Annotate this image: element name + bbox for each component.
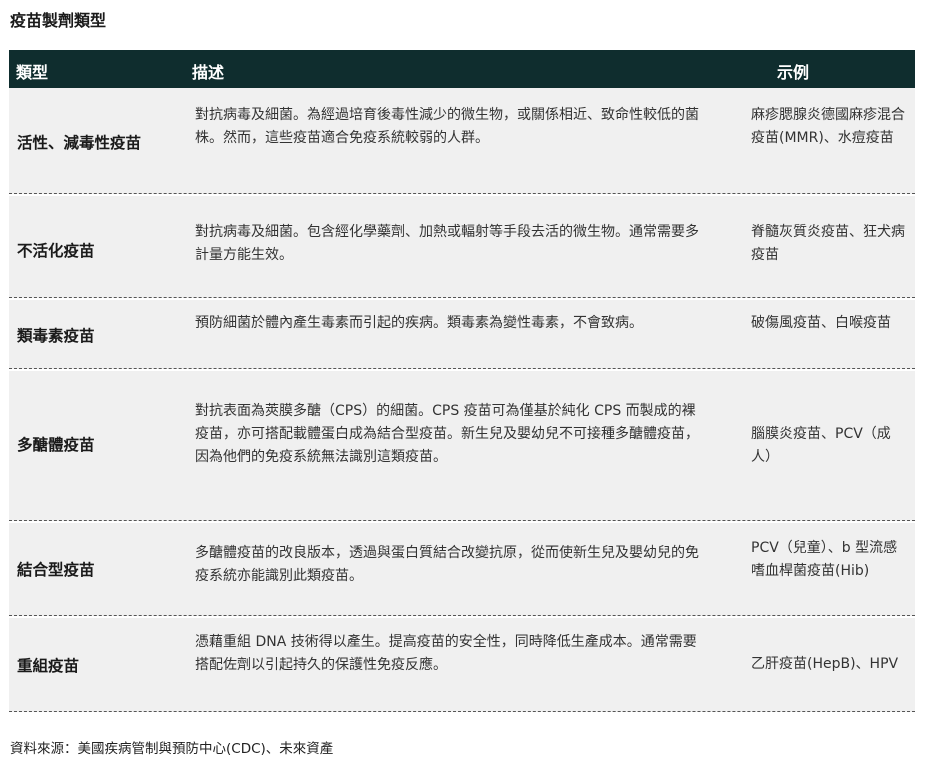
row-example: PCV（兒童）、b 型流感嗜血桿菌疫苗(Hib) xyxy=(751,540,898,579)
row-description: 對抗病毒及細菌。包含經化學藥劑、加熱或輻射等手段去活的微生物。通常需要多計量方能… xyxy=(195,224,699,263)
row-example: 破傷風疫苗、白喉疫苗 xyxy=(751,315,891,331)
table-row: 多醣體疫苗 對抗表面為莢膜多醣（CPS）的細菌。CPS 疫苗可為僅基於純化 CP… xyxy=(9,371,915,521)
table-row: 結合型疫苗 多醣體疫苗的改良版本，透過與蛋白質結合改變抗原，從而使新生兒及嬰幼兒… xyxy=(9,523,915,616)
row-type: 結合型疫苗 xyxy=(17,560,95,579)
row-description: 對抗表面為莢膜多醣（CPS）的細菌。CPS 疫苗可為僅基於純化 CPS 而製成的… xyxy=(195,403,699,465)
row-example: 麻疹腮腺炎德國麻疹混合疫苗(MMR)、水痘疫苗 xyxy=(751,107,905,146)
row-description: 憑藉重組 DNA 技術得以產生。提高疫苗的安全性，同時降低生產成本。通常需要搭配… xyxy=(195,634,697,673)
page-title: 疫苗製劑類型 xyxy=(10,11,107,30)
row-example: 腦膜炎疫苗、PCV（成人） xyxy=(751,426,891,465)
row-type: 不活化疫苗 xyxy=(17,241,95,260)
row-description: 對抗病毒及細菌。為經過培育後毒性減少的微生物，或關係相近、致命性較低的菌株。然而… xyxy=(195,107,699,146)
table-header: 類型 描述 示例 xyxy=(9,50,915,88)
header-example: 示例 xyxy=(777,63,810,82)
table-row: 活性、減毒性疫苗 對抗病毒及細菌。為經過培育後毒性減少的微生物，或關係相近、致命… xyxy=(9,88,915,194)
table-row: 重組疫苗 憑藉重組 DNA 技術得以產生。提高疫苗的安全性，同時降低生產成本。通… xyxy=(9,618,915,712)
table-row: 不活化疫苗 對抗病毒及細菌。包含經化學藥劑、加熱或輻射等手段去活的微生物。通常需… xyxy=(9,196,915,298)
row-type: 重組疫苗 xyxy=(17,656,80,675)
row-type: 多醣體疫苗 xyxy=(17,435,95,454)
header-description: 描述 xyxy=(192,63,225,82)
header-type: 類型 xyxy=(16,63,49,82)
vaccine-types-table: 類型 描述 示例 活性、減毒性疫苗 對抗病毒及細菌。為經過培育後毒性減少的微生物… xyxy=(9,50,915,712)
row-description: 預防細菌於體內產生毒素而引起的疾病。類毒素為變性毒素，不會致病。 xyxy=(195,315,643,331)
row-type: 類毒素疫苗 xyxy=(17,326,95,345)
row-description: 多醣體疫苗的改良版本，透過與蛋白質結合改變抗原，從而使新生兒及嬰幼兒的免疫系統亦… xyxy=(195,545,699,584)
source-note: 資料來源：美國疾病管制與預防中心(CDC)、未來資產 xyxy=(10,741,334,757)
row-example: 乙肝疫苗(HepB)、HPV xyxy=(751,656,899,672)
row-example: 脊髓灰質炎疫苗、狂犬病疫苗 xyxy=(751,224,905,263)
row-type: 活性、減毒性疫苗 xyxy=(17,133,142,152)
table-row: 類毒素疫苗 預防細菌於體內產生毒素而引起的疾病。類毒素為變性毒素，不會致病。 破… xyxy=(9,300,915,369)
